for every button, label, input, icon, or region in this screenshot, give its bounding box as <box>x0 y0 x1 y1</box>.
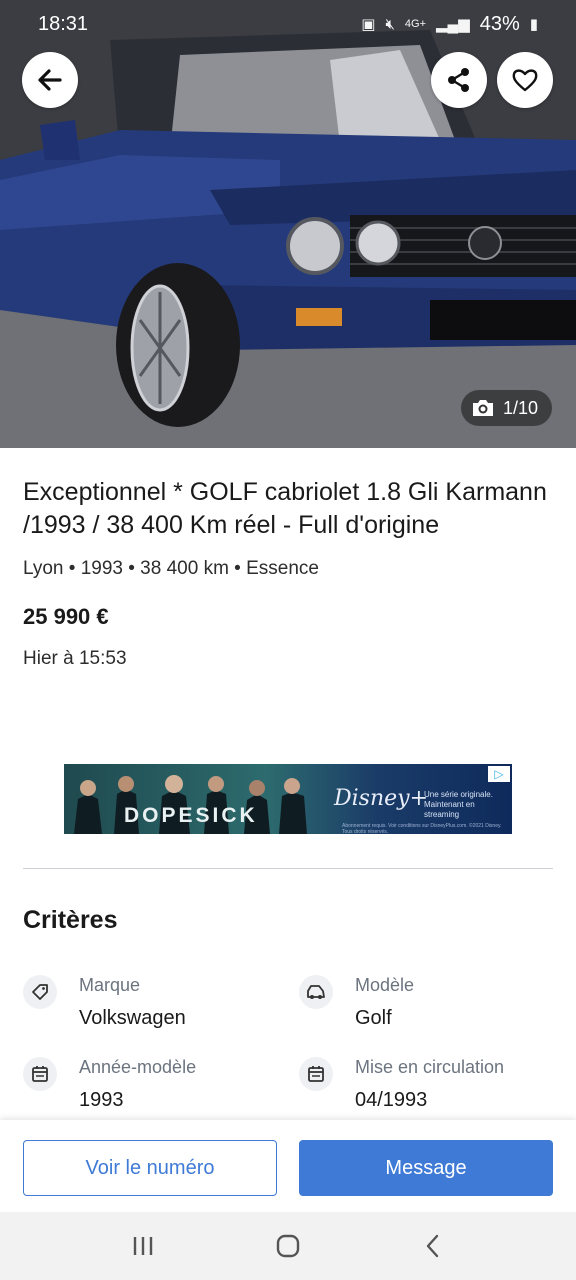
photo-counter: 1/10 <box>460 390 552 426</box>
ad-show-title: DOPESICK <box>124 804 258 827</box>
criteria-value: 1993 <box>79 1089 124 1111</box>
heart-icon <box>512 69 538 92</box>
criteria-label: Mise en circulation <box>355 1057 505 1077</box>
action-bar: Voir le numéro Message <box>0 1120 576 1212</box>
chevron-left-icon <box>427 1234 439 1258</box>
calendar-icon <box>23 1057 57 1091</box>
recent-apps-icon <box>133 1237 152 1255</box>
listing-date: Hier à 15:53 <box>23 648 127 669</box>
ad-choices-icon[interactable]: ▷ <box>488 766 510 782</box>
recent-apps-button[interactable] <box>113 1216 173 1276</box>
back-nav-button[interactable] <box>403 1216 463 1276</box>
back-button[interactable] <box>22 52 78 108</box>
system-nav-bar <box>0 1212 576 1280</box>
photo-gallery[interactable]: 18:31 ▣ 🔇︎ 4G+ ▂▄▆ 43% ▮ 1/10 <box>0 0 576 448</box>
network-label: 4G+ <box>404 18 426 30</box>
section-divider <box>23 868 553 869</box>
ad-banner[interactable]: DOPESICK Disney+ Une série originale. Ma… <box>64 764 512 834</box>
listing-price: 25 990 € <box>23 604 109 629</box>
criteria-label: Marque <box>79 975 141 995</box>
arrow-left-icon <box>38 69 62 91</box>
criteria-label: Modèle <box>355 975 415 995</box>
camera-icon <box>472 400 493 416</box>
criteria-value: Volkswagen <box>79 1007 186 1029</box>
photo-counter-text: 1/10 <box>502 397 538 418</box>
listing-info: Exceptionnel * GOLF cabriolet 1.8 Gli Ka… <box>23 476 553 670</box>
tag-icon <box>23 975 57 1009</box>
message-button[interactable]: Message <box>299 1140 553 1196</box>
car-icon <box>299 975 333 1009</box>
criteria-value: 04/1993 <box>355 1089 428 1111</box>
ad-brand: Disney+ <box>334 786 429 811</box>
home-button[interactable] <box>258 1216 318 1276</box>
criteria-label: Année-modèle <box>79 1057 197 1077</box>
show-number-button[interactable]: Voir le numéro <box>23 1140 277 1196</box>
share-icon <box>448 68 469 92</box>
sim-icon: ▣ <box>361 16 376 33</box>
criteria-value: Golf <box>355 1007 392 1029</box>
mute-icon: 🔇︎ <box>385 15 395 33</box>
battery-icon: ▮ <box>529 16 538 33</box>
ad-fine-print: Abonnement requis. Voir conditions sur D… <box>342 823 502 834</box>
listing-meta: Lyon • 1993 • 38 400 km • Essence <box>23 558 319 579</box>
criteria-title: Critères <box>23 906 118 934</box>
clock: 18:31 <box>38 12 89 35</box>
calendar-icon <box>299 1057 333 1091</box>
favorite-button[interactable] <box>497 52 553 108</box>
status-bar: 18:31 ▣ 🔇︎ 4G+ ▂▄▆ 43% ▮ <box>0 0 576 48</box>
signal-icon: ▂▄▆ <box>436 16 470 33</box>
listing-title: Exceptionnel * GOLF cabriolet 1.8 Gli Ka… <box>23 478 547 539</box>
battery-level: 43% <box>479 12 520 35</box>
share-button[interactable] <box>431 52 487 108</box>
car-photo <box>0 0 576 448</box>
ad-tagline: Une série originale. Maintenant en strea… <box>424 790 493 819</box>
home-icon <box>276 1234 300 1258</box>
